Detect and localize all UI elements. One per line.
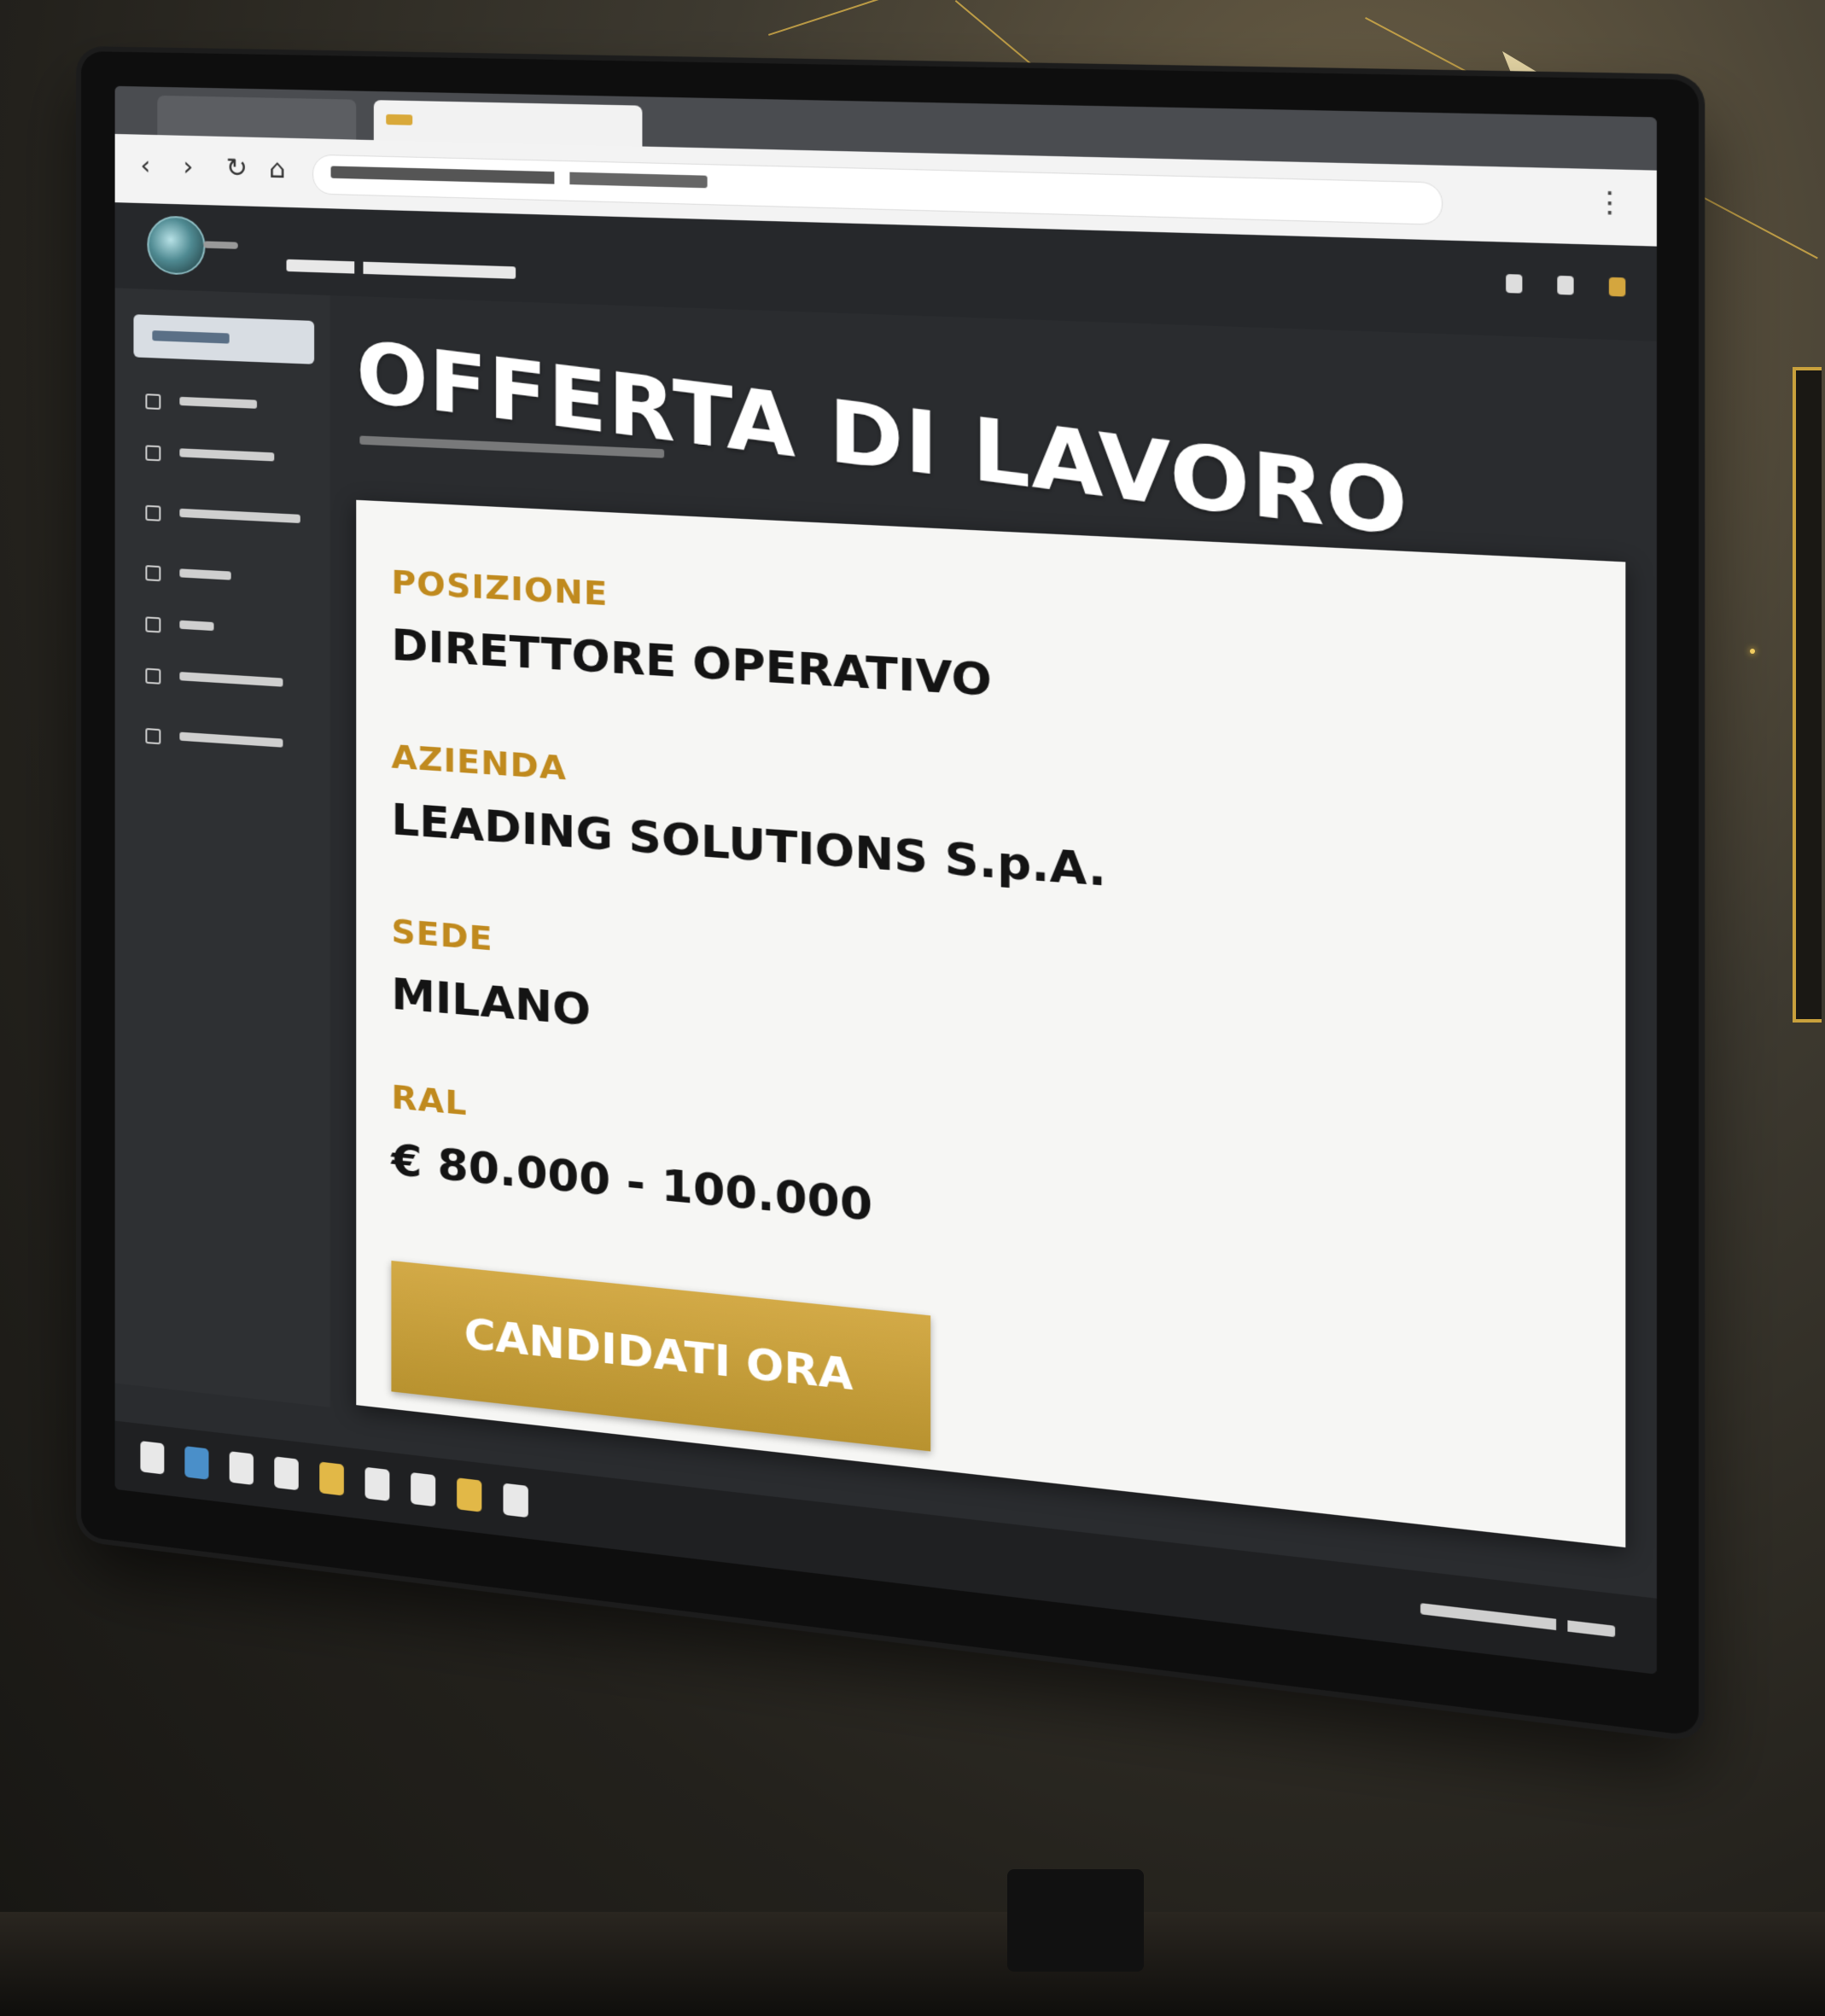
- sidebar-item-label: [179, 568, 230, 580]
- taskbar-app-icon[interactable]: [184, 1446, 208, 1480]
- monitor-stand: [1007, 1869, 1144, 1972]
- job-offer-card: POSIZIONE DIRETTORE OPERATIVO AZIENDA LE…: [356, 500, 1625, 1547]
- taskbar-app-icon[interactable]: [503, 1483, 528, 1518]
- sidebar-item-label: [179, 672, 283, 687]
- sidebar-item-label: [179, 621, 213, 631]
- sidebar-item-icon: [145, 505, 160, 521]
- tab-favicon-icon: [386, 114, 412, 125]
- notification-icon[interactable]: [1609, 277, 1625, 297]
- sidebar-item-icon: [145, 616, 160, 632]
- desk-surface: [0, 1912, 1825, 2016]
- company-label: AZIENDA: [391, 737, 567, 788]
- salary-label: RAL: [391, 1077, 467, 1122]
- sidebar-item-label: [179, 732, 283, 748]
- location-label: SEDE: [391, 912, 493, 958]
- taskbar-app-icon[interactable]: [457, 1477, 481, 1512]
- location-value: MILANO: [391, 969, 591, 1036]
- apply-button[interactable]: CANDIDATI ORA: [391, 1261, 930, 1451]
- header-icon[interactable]: [1557, 276, 1573, 295]
- sidebar-item[interactable]: [145, 667, 300, 693]
- start-icon[interactable]: [140, 1441, 164, 1474]
- background-line: [768, 0, 1191, 36]
- taskbar-app-icon[interactable]: [274, 1456, 298, 1490]
- background-frame: [1793, 367, 1822, 1023]
- taskbar-apps: [140, 1441, 528, 1518]
- sidebar-item-label: [179, 448, 274, 461]
- menu-dots-icon[interactable]: ⋮: [1595, 186, 1625, 220]
- sidebar-item-icon: [145, 445, 160, 461]
- logo-wordmark: [203, 241, 237, 248]
- system-tray[interactable]: [1420, 1603, 1615, 1637]
- taskbar-app-icon[interactable]: [365, 1467, 390, 1501]
- forward-icon[interactable]: ›: [183, 154, 193, 181]
- back-icon[interactable]: ‹: [140, 154, 150, 179]
- sidebar-item-label: [179, 509, 300, 523]
- screen: ‹ › ↻ ⌂ ⋮ OFFERTA DI LAVORO POSIZIONE DI…: [115, 86, 1657, 1675]
- company-value: LEADING SOLUTIONS S.p.A.: [391, 794, 1106, 896]
- sidebar: [115, 288, 330, 1407]
- sidebar-item[interactable]: [145, 392, 300, 416]
- address-bar-url: [331, 166, 708, 188]
- sidebar-item[interactable]: [145, 443, 300, 468]
- sidebar-item-icon: [145, 565, 160, 581]
- app-logo-icon[interactable]: [147, 215, 205, 276]
- reload-icon[interactable]: ↻: [226, 155, 248, 182]
- sidebar-search-input[interactable]: [133, 314, 314, 364]
- sidebar-item[interactable]: [145, 726, 300, 754]
- taskbar-app-icon[interactable]: [230, 1451, 254, 1485]
- background-spark: [1750, 649, 1755, 654]
- header-actions: [1506, 274, 1625, 296]
- sidebar-item-icon: [145, 393, 160, 410]
- taskbar-app-icon[interactable]: [319, 1462, 344, 1496]
- sidebar-item[interactable]: [145, 563, 300, 589]
- sidebar-search-text: [152, 330, 229, 344]
- sidebar-item-icon: [145, 728, 160, 744]
- sidebar-item[interactable]: [145, 504, 300, 528]
- breadcrumb: [287, 259, 516, 279]
- home-icon[interactable]: ⌂: [269, 157, 285, 184]
- position-value: DIRETTORE OPERATIVO: [391, 620, 992, 707]
- taskbar-app-icon[interactable]: [411, 1472, 435, 1506]
- browser-tab-active[interactable]: [374, 100, 643, 146]
- browser-tab[interactable]: [157, 96, 356, 140]
- monitor: ‹ › ↻ ⌂ ⋮ OFFERTA DI LAVORO POSIZIONE DI…: [81, 51, 1699, 1737]
- position-label: POSIZIONE: [391, 562, 608, 613]
- sidebar-item[interactable]: [145, 615, 300, 641]
- sidebar-item-label: [179, 397, 257, 409]
- salary-value: € 80.000 - 100.000: [391, 1134, 872, 1232]
- header-icon[interactable]: [1506, 274, 1522, 294]
- sidebar-item-icon: [145, 668, 160, 685]
